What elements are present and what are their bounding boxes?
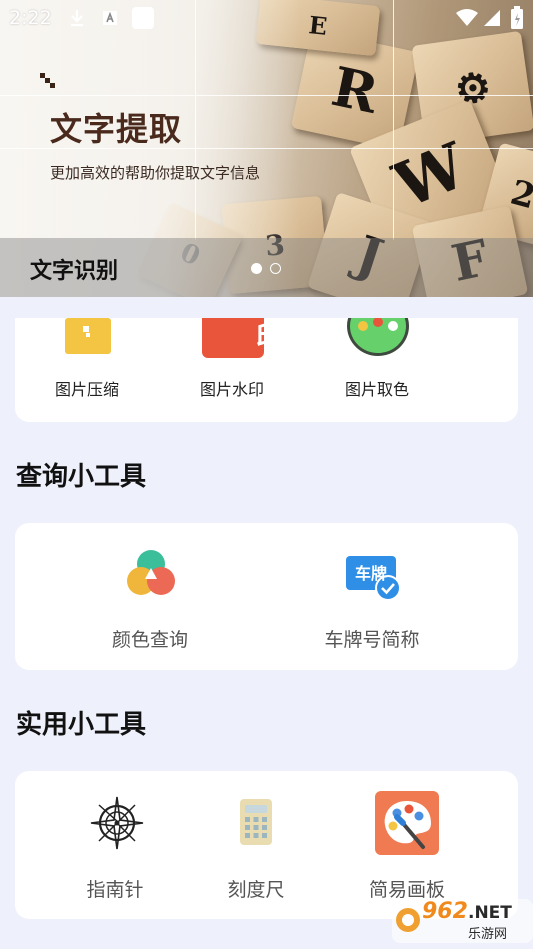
tool-color-query[interactable]: 颜色查询 bbox=[80, 548, 220, 658]
tool-image-color-pick[interactable]: 图片取色 bbox=[345, 318, 485, 408]
tool-compass[interactable]: 指南针 bbox=[45, 793, 185, 903]
brand-mark-icon bbox=[40, 73, 56, 89]
carousel-dot[interactable] bbox=[270, 263, 281, 274]
section-title-query-tools: 查询小工具 bbox=[16, 462, 147, 492]
tool-label: 颜色查询 bbox=[111, 629, 188, 651]
wifi-icon bbox=[456, 9, 478, 26]
paint-palette-icon bbox=[375, 791, 439, 855]
ruler-calculator-icon bbox=[240, 799, 272, 845]
tool-label: 车牌号简称 bbox=[324, 629, 420, 651]
carousel-dot-active[interactable] bbox=[251, 263, 262, 274]
query-tools-card: 颜色查询 车牌 车牌号简称 bbox=[15, 523, 518, 670]
stamp-icon-text: 印 bbox=[255, 320, 284, 353]
tile-letter: W bbox=[384, 128, 476, 222]
tool-label: 图片取色 bbox=[345, 380, 410, 399]
color-circles-icon bbox=[127, 550, 175, 595]
tool-image-compress[interactable]: 图片压缩 bbox=[55, 318, 195, 408]
a-box-icon bbox=[103, 11, 117, 25]
battery-icon bbox=[511, 6, 523, 29]
tool-image-watermark[interactable]: 印 图片水印 bbox=[200, 318, 340, 408]
banner-subtitle: 更加高效的帮助你提取文字信息 bbox=[50, 164, 261, 182]
tool-license-plate[interactable]: 车牌 车牌号简称 bbox=[302, 548, 442, 658]
cell-signal-icon bbox=[484, 10, 500, 26]
palette-icon bbox=[347, 318, 409, 356]
status-bar: 2:22 bbox=[0, 0, 533, 36]
compass-icon bbox=[90, 796, 144, 850]
tool-label: 图片压缩 bbox=[55, 380, 120, 399]
license-plate-icon-text: 车牌 bbox=[354, 564, 387, 583]
square-icon bbox=[132, 7, 154, 29]
tool-paint-board[interactable]: 简易画板 bbox=[337, 791, 477, 903]
section-title-utility-tools: 实用小工具 bbox=[16, 710, 147, 740]
grid-line bbox=[393, 0, 394, 240]
banner-title: 文字提取 bbox=[50, 110, 183, 148]
grid-line bbox=[195, 0, 196, 240]
site-watermark: 962 .NET 乐游网 bbox=[392, 893, 533, 949]
archive-box-icon bbox=[65, 318, 111, 354]
watermark-logo-icon bbox=[396, 908, 420, 932]
watermark-number: 962 bbox=[422, 899, 468, 924]
watermark-suffix: .NET bbox=[468, 903, 512, 923]
tool-label: 刻度尺 bbox=[227, 879, 285, 901]
banner-caption: 文字识别 bbox=[30, 259, 119, 284]
grid-line bbox=[0, 95, 533, 96]
tool-ruler[interactable]: 刻度尺 bbox=[186, 793, 326, 903]
status-time: 2:22 bbox=[9, 7, 52, 29]
tool-label: 指南针 bbox=[86, 879, 144, 901]
watermark-caption: 乐游网 bbox=[468, 927, 508, 942]
image-tools-card: 图片压缩 印 图片水印 图片取色 bbox=[15, 318, 518, 422]
tool-label: 图片水印 bbox=[200, 380, 265, 399]
banner-carousel[interactable]: R ⚙ W 2 3 J F E 0 文字提取 更加高效的帮助你提取文字信息 文字… bbox=[0, 0, 533, 297]
tile-letter: R bbox=[326, 54, 384, 126]
download-icon bbox=[71, 10, 83, 27]
